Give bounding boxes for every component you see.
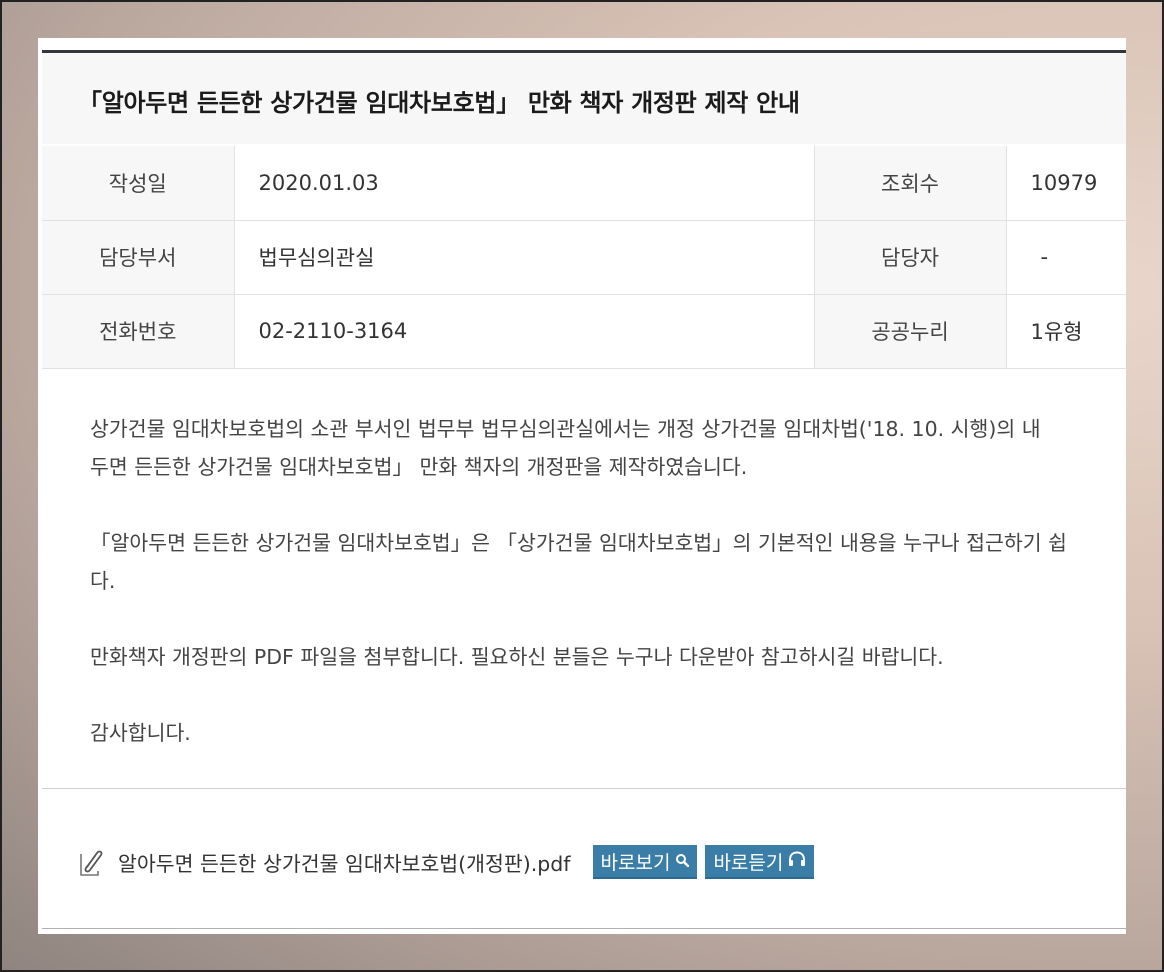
content-paragraph-1: 상가건물 임대차보호법의 소관 부서인 법무부 법무심의관실에서는 개정 상가건… <box>90 410 1126 486</box>
views-value: 10979 <box>1005 146 1126 221</box>
phone-value: 02-2110-3164 <box>233 294 814 369</box>
view-button[interactable]: 바로보기 <box>592 845 698 879</box>
manager-value: - <box>1005 220 1126 295</box>
attachment-filename[interactable]: 알아두면 든든한 상가건물 임대차보호법(개정판).pdf <box>118 847 571 877</box>
content-paragraph-4: 감사합니다. <box>90 721 191 745</box>
post-meta-table: 작성일 2020.01.03 조회수 10979 담당부서 법무심의관실 담당자… <box>42 146 1126 369</box>
dept-value: 법무심의관실 <box>233 220 814 295</box>
content-p1-line1: 상가건물 임대차보호법의 소관 부서인 법무부 법무심의관실에서는 개정 상가건… <box>90 417 1041 441</box>
content-p1-line2: 두면 든든한 상가건물 임대차보호법」 만화 책자의 개정판을 제작하였습니다. <box>90 455 748 479</box>
date-label: 작성일 <box>42 146 234 221</box>
content-paragraph-2: 「알아두면 든든한 상가건물 임대차보호법」은 「상가건물 임대차보호법」의 기… <box>90 524 1126 600</box>
phone-label: 전화번호 <box>42 294 234 369</box>
post-title: 「알아두면 든든한 상가건물 임대차보호법」 만화 책자 개정판 제작 안내 <box>78 89 800 117</box>
post-title-bar: 「알아두면 든든한 상가건물 임대차보호법」 만화 책자 개정판 제작 안내 <box>42 50 1126 144</box>
meta-row-date: 작성일 2020.01.03 조회수 10979 <box>42 146 1126 221</box>
post-content: 상가건물 임대차보호법의 소관 부서인 법무부 법무심의관실에서는 개정 상가건… <box>90 410 1126 790</box>
content-p2-line2: 다. <box>90 569 116 593</box>
license-label: 공공누리 <box>813 294 1006 369</box>
license-value: 1유형 <box>1005 294 1126 369</box>
content-p2-line1: 「알아두면 든든한 상가건물 임대차보호법」은 「상가건물 임대차보호법」의 기… <box>90 531 1068 555</box>
view-button-label: 바로보기 <box>600 851 671 874</box>
meta-row-dept: 담당부서 법무심의관실 담당자 - <box>42 220 1126 295</box>
search-icon <box>670 850 690 872</box>
headphones-icon <box>783 850 806 872</box>
manager-label: 담당자 <box>813 220 1006 295</box>
attachment-row: 알아두면 든든한 상가건물 임대차보호법(개정판).pdf 바로보기 바로듣기 <box>78 842 822 882</box>
date-value: 2020.01.03 <box>233 146 814 221</box>
paperclip-icon <box>78 847 104 877</box>
listen-button-label: 바로듣기 <box>713 851 784 874</box>
content-paragraph-3: 만화책자 개정판의 PDF 파일을 첨부합니다. 필요하신 분들은 누구나 다운… <box>90 645 944 669</box>
post-card: 「알아두면 든든한 상가건물 임대차보호법」 만화 책자 개정판 제작 안내 작… <box>38 38 1126 934</box>
listen-button[interactable]: 바로듣기 <box>705 845 815 879</box>
dept-label: 담당부서 <box>42 220 234 295</box>
bottom-divider <box>42 928 1126 929</box>
meta-row-phone: 전화번호 02-2110-3164 공공누리 1유형 <box>42 294 1126 369</box>
views-label: 조회수 <box>813 146 1006 221</box>
content-divider <box>42 788 1126 789</box>
